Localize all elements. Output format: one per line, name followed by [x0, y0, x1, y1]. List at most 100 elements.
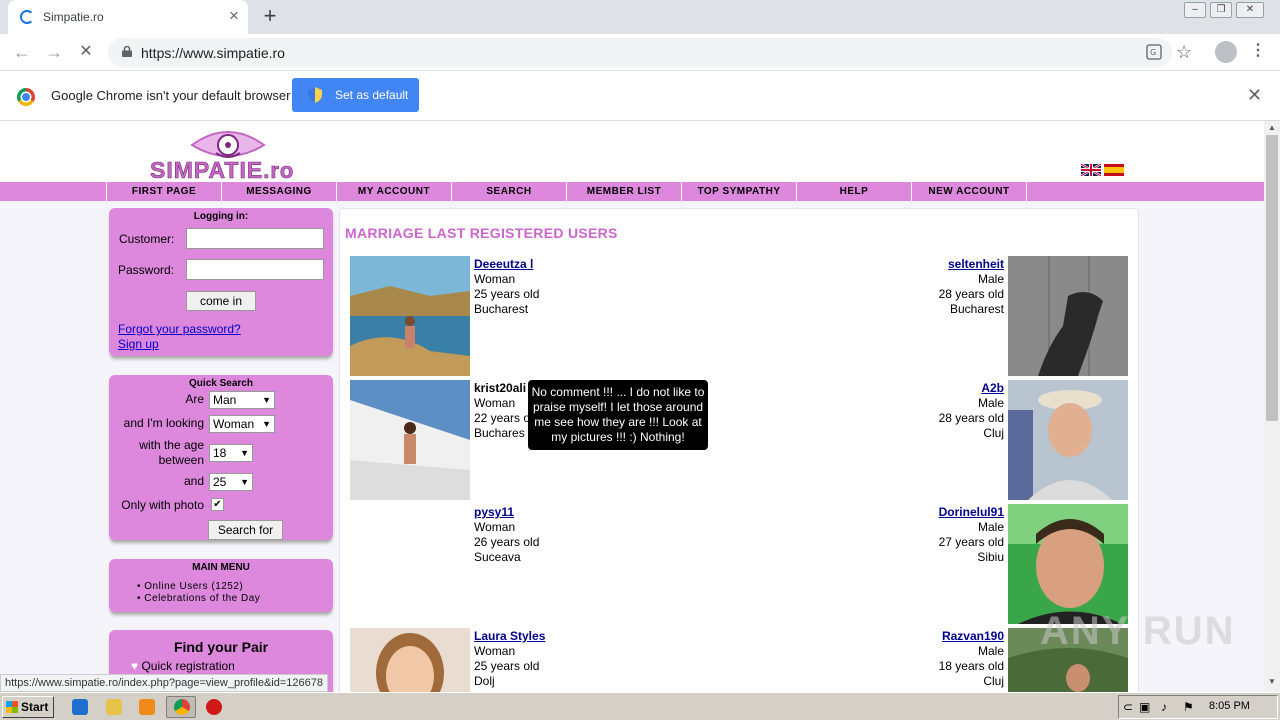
- nav-top-sympathy[interactable]: TOP SYMPATHY: [681, 182, 796, 201]
- user-age: 25 years old: [474, 287, 540, 301]
- username-link[interactable]: A2b: [880, 381, 1004, 396]
- loading-spinner-icon: [20, 10, 34, 24]
- forward-button[interactable]: →: [42, 40, 66, 64]
- user-age: 25 years old: [474, 659, 540, 673]
- main-menu-item-online[interactable]: • Online Users (1252): [137, 581, 243, 592]
- volume-icon[interactable]: ♪: [1161, 700, 1167, 714]
- chrome-taskbar-button[interactable]: [166, 696, 196, 718]
- flag-icon[interactable]: ⚑: [1183, 700, 1194, 714]
- username-link[interactable]: pysy11: [474, 505, 539, 520]
- ie-icon[interactable]: [72, 699, 88, 715]
- username-link[interactable]: Laura Styles: [474, 629, 545, 644]
- looking-select[interactable]: Woman: [209, 415, 275, 433]
- nav-my-account[interactable]: MY ACCOUNT: [336, 182, 451, 201]
- quick-registration-link[interactable]: ♥ Quick registration: [131, 659, 235, 673]
- user-photo-seltenheit[interactable]: [1008, 256, 1128, 376]
- password-input[interactable]: [186, 259, 324, 280]
- nav-help[interactable]: HELP: [796, 182, 911, 201]
- age-to-select[interactable]: 25: [209, 473, 253, 491]
- user-age: 26 years old: [474, 535, 540, 549]
- signup-link[interactable]: Sign up: [118, 337, 159, 351]
- user-gender: Male: [977, 644, 1004, 658]
- set-as-default-label: Set as default: [335, 88, 409, 102]
- username-link[interactable]: seltenheit: [880, 257, 1004, 272]
- password-label: Password:: [118, 263, 175, 277]
- stop-loading-button[interactable]: ✕: [74, 40, 98, 64]
- age-label-2: between: [158, 453, 204, 467]
- nav-first-page[interactable]: FIRST PAGE: [106, 182, 221, 201]
- main-menu-item-celebrations[interactable]: • Celebrations of the Day: [137, 593, 260, 604]
- window-maximize-button[interactable]: ❐: [1210, 2, 1232, 18]
- only-photo-checkbox[interactable]: ✔: [211, 498, 224, 511]
- system-clock[interactable]: 8:05 PM: [1209, 700, 1250, 712]
- spanish-flag-icon[interactable]: [1104, 164, 1124, 176]
- username-link[interactable]: krist20ali: [474, 381, 530, 396]
- user-photo-krist20ali[interactable]: [350, 380, 470, 500]
- nav-search[interactable]: SEARCH: [451, 182, 566, 201]
- user-gender: Woman: [474, 520, 516, 534]
- user-city: Dolj: [474, 674, 495, 688]
- user-info-razvan190: Razvan190 Male 18 years old Cluj: [880, 629, 1004, 689]
- english-flag-icon[interactable]: [1080, 162, 1102, 178]
- scroll-down-arrow-icon[interactable]: ▼: [1268, 677, 1276, 686]
- login-submit-button[interactable]: come in: [186, 291, 256, 311]
- scroll-up-arrow-icon[interactable]: ▲: [1268, 123, 1276, 132]
- site-logo[interactable]: SIMPATIE.ro: [150, 123, 315, 183]
- browser-tab[interactable]: Simpatie.ro ×: [8, 0, 248, 34]
- profile-avatar-icon[interactable]: [1215, 41, 1237, 63]
- user-city: Bucharest: [474, 302, 529, 316]
- customer-input[interactable]: [186, 228, 324, 249]
- site-nav-bar: FIRST PAGE MESSAGING MY ACCOUNT SEARCH M…: [0, 182, 1264, 201]
- windows-taskbar: Start ⊂ ▣ ♪ ⚑ 8:05 PM: [0, 692, 1280, 720]
- user-city: Bucharest: [949, 302, 1004, 316]
- user-age: 28 years old: [938, 287, 1004, 301]
- user-age: 22 years o: [474, 411, 531, 425]
- explorer-folder-icon[interactable]: [106, 699, 122, 715]
- new-tab-button[interactable]: +: [258, 4, 282, 28]
- user-info-seltenheit: seltenheit Male 28 years old Bucharest: [880, 257, 1004, 317]
- stop-sign-icon[interactable]: [206, 699, 222, 715]
- page-scrollbar[interactable]: ▲ ▼: [1264, 121, 1280, 692]
- window-minimize-button[interactable]: –: [1184, 2, 1206, 18]
- media-player-icon[interactable]: [139, 699, 155, 715]
- user-photo-laura-styles[interactable]: [350, 628, 470, 692]
- forgot-password-link[interactable]: Forgot your password?: [118, 322, 241, 336]
- scroll-thumb[interactable]: [1266, 135, 1278, 421]
- tray-arrow-icon[interactable]: ⊂: [1123, 700, 1133, 714]
- user-photo-dorinelul91[interactable]: [1008, 504, 1128, 624]
- username-link[interactable]: Razvan190: [880, 629, 1004, 644]
- user-info-dorinelul91: Dorinelul91 Male 27 years old Sibiu: [880, 505, 1004, 565]
- age-label-1: with the age: [139, 438, 204, 452]
- window-close-button[interactable]: ✕: [1236, 2, 1264, 18]
- user-city: Cluj: [983, 426, 1004, 440]
- start-button[interactable]: Start: [2, 696, 54, 718]
- user-gender: Male: [977, 396, 1004, 410]
- infobar-close-icon[interactable]: ✕: [1247, 85, 1262, 106]
- browser-menu-icon[interactable]: ⋮: [1250, 40, 1266, 60]
- username-link[interactable]: Dorinelul91: [880, 505, 1004, 520]
- bookmark-star-icon[interactable]: ☆: [1176, 40, 1192, 64]
- address-bar[interactable]: https://www.simpatie.ro G: [108, 38, 1172, 67]
- set-as-default-button[interactable]: Set as default: [292, 78, 419, 112]
- nav-member-list[interactable]: MEMBER LIST: [566, 182, 681, 201]
- back-button[interactable]: ←: [10, 40, 34, 64]
- are-select[interactable]: Man: [209, 391, 275, 409]
- are-label: Are: [185, 392, 204, 406]
- profile-comment-tooltip: No comment !!! ... I do not like to prai…: [528, 380, 708, 450]
- tab-close-icon[interactable]: ×: [224, 6, 244, 26]
- nav-messaging[interactable]: MESSAGING: [221, 182, 336, 201]
- translate-icon[interactable]: G: [1146, 44, 1162, 60]
- user-photo-deeeutza[interactable]: [350, 256, 470, 376]
- nav-new-account[interactable]: NEW ACCOUNT: [911, 182, 1026, 201]
- quick-search-title: Quick Search: [189, 378, 253, 389]
- search-submit-button[interactable]: Search for: [208, 520, 283, 540]
- username-link[interactable]: Deeeutza l: [474, 257, 539, 272]
- user-gender: Woman: [474, 644, 516, 658]
- looking-label: and I'm looking: [123, 416, 204, 430]
- default-browser-infobar: Google Chrome isn't your default browser…: [0, 71, 1280, 121]
- user-photo-a2b[interactable]: [1008, 380, 1128, 500]
- network-icon[interactable]: ▣: [1139, 700, 1150, 714]
- age-from-select[interactable]: 18: [209, 444, 253, 462]
- link-status-bubble: https://www.simpatie.ro/index.php?page=v…: [0, 674, 328, 692]
- login-panel: Logging in: Customer: Password: come in …: [109, 208, 333, 356]
